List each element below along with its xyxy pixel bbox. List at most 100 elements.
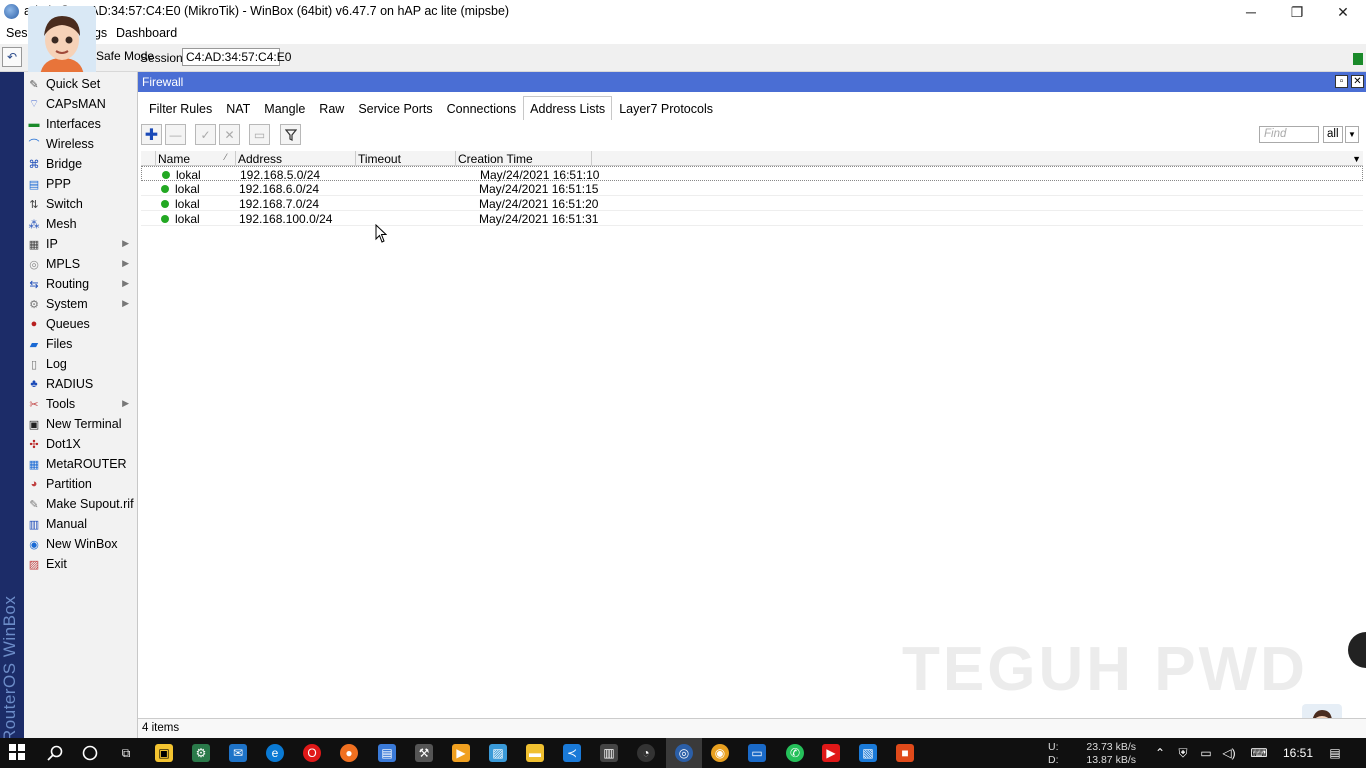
youtube-icon[interactable]: ▶ [822, 744, 840, 762]
table-row[interactable]: lokal 192.168.6.0/24 May/24/2021 16:51:15 [141, 181, 1363, 196]
notifications-icon[interactable]: ▤ [1326, 744, 1344, 762]
sidebar-item-manual[interactable]: ▥ Manual [24, 514, 137, 534]
filter-dropdown-icon[interactable]: ▼ [1345, 126, 1359, 143]
tab-mangle[interactable]: Mangle [257, 96, 312, 120]
gauge-icon[interactable]: ◔ [637, 744, 655, 762]
comment-button[interactable]: ▭ [249, 124, 270, 145]
menu-dashboard[interactable]: Dashboard [116, 26, 177, 40]
sidebar-item-quick-set[interactable]: ✎ Quick Set [24, 74, 137, 94]
cortana-icon[interactable] [81, 744, 99, 762]
table-row[interactable]: lokal 192.168.7.0/24 May/24/2021 16:51:20 [141, 196, 1363, 211]
tab-raw[interactable]: Raw [312, 96, 351, 120]
sidebar-item-tools[interactable]: ✂ Tools ▶ [24, 394, 137, 414]
security-shield-icon[interactable]: ⛨ [1174, 744, 1192, 762]
store-icon[interactable]: ▣ [155, 744, 173, 762]
tab-filter-rules[interactable]: Filter Rules [142, 96, 219, 120]
sidebar-item-mpls[interactable]: ◎ MPLS ▶ [24, 254, 137, 274]
chrome-icon[interactable]: ◉ [711, 744, 729, 762]
undo-button[interactable]: ↶ [2, 47, 22, 67]
column-address[interactable]: Address [236, 151, 356, 166]
tab-address-lists[interactable]: Address Lists [523, 96, 613, 120]
sidebar-item-ppp[interactable]: ▤ PPP [24, 174, 137, 194]
photos-icon[interactable]: ▨ [489, 744, 507, 762]
whatsapp-icon[interactable]: ✆ [786, 744, 804, 762]
net-speed-labels: U: D: [1048, 741, 1059, 767]
sidebar-item-queues[interactable]: ● Queues [24, 314, 137, 334]
close-window-button[interactable]: ✕ [1351, 75, 1364, 88]
sidebar-item-label: System [46, 297, 88, 311]
table-row[interactable]: lokal 192.168.5.0/24 May/24/2021 16:51:10 [141, 166, 1363, 182]
find-input[interactable]: Find [1259, 126, 1319, 143]
session-field[interactable]: C4:AD:34:57:C4:E0 [182, 48, 291, 66]
sidebar-item-dot1x[interactable]: ✣ Dot1X [24, 434, 137, 454]
column-creation-time[interactable]: Creation Time [456, 151, 592, 166]
enable-button[interactable]: ✓ [195, 124, 216, 145]
remote-desktop-icon[interactable]: ▭ [748, 744, 766, 762]
tab-layer7-protocols[interactable]: Layer7 Protocols [612, 96, 720, 120]
paint-icon[interactable]: ▧ [859, 744, 877, 762]
filter-all-select[interactable]: all [1323, 126, 1343, 143]
media-icon[interactable]: ▶ [452, 744, 470, 762]
volume-icon[interactable]: ◁) [1220, 744, 1238, 762]
sidebar-item-new-terminal[interactable]: ▣ New Terminal [24, 414, 137, 434]
windows-start-icon[interactable] [8, 743, 26, 761]
mail-icon[interactable]: ✉ [229, 744, 247, 762]
sidebar-item-exit[interactable]: ▨ Exit [24, 554, 137, 574]
edge-icon[interactable]: e [266, 744, 284, 762]
minimize-button[interactable]: ─ [1228, 0, 1274, 24]
chevron-up-icon[interactable]: ⌃ [1151, 744, 1169, 762]
item-count: 4 items [142, 722, 180, 734]
remove-button[interactable]: — [165, 124, 186, 145]
upload-label: U: [1048, 741, 1059, 753]
sidebar-item-label: Exit [46, 557, 67, 571]
task-view-icon[interactable]: ⧉ [117, 744, 135, 762]
tab-service-ports[interactable]: Service Ports [351, 96, 439, 120]
sidebar-item-make-supout-rif[interactable]: ✎ Make Supout.rif [24, 494, 137, 514]
vscode-icon[interactable]: ≺ [563, 744, 581, 762]
winbox-taskbar-icon[interactable]: ◎ [675, 744, 693, 762]
sidebar-item-routing[interactable]: ⇆ Routing ▶ [24, 274, 137, 294]
sidebar-item-bridge[interactable]: ⌘ Bridge [24, 154, 137, 174]
printer-icon[interactable]: ▥ [600, 744, 618, 762]
sidebar-item-capsman[interactable]: ⌔ CAPsMAN [24, 94, 137, 114]
network-icon[interactable]: ▭ [1197, 744, 1215, 762]
opera-icon[interactable]: O [303, 744, 321, 762]
cell-name: lokal [175, 212, 200, 226]
tool-icon[interactable]: ⚒ [415, 744, 433, 762]
sidebar-item-new-winbox[interactable]: ◉ New WinBox [24, 534, 137, 554]
sidebar-item-files[interactable]: ▰ Files [24, 334, 137, 354]
sidebar-item-ip[interactable]: ▦ IP ▶ [24, 234, 137, 254]
app-icon[interactable]: ⚙ [192, 744, 210, 762]
search-icon[interactable] [46, 744, 64, 762]
sidebar-item-log[interactable]: ▯ Log [24, 354, 137, 374]
sidebar-item-metarouter[interactable]: ▦ MetaROUTER [24, 454, 137, 474]
close-button[interactable]: ✕ [1320, 0, 1366, 24]
restore-button[interactable]: ❐ [1274, 0, 1320, 24]
firefox-icon[interactable]: ● [340, 744, 358, 762]
table-row[interactable]: lokal 192.168.100.0/24 May/24/2021 16:51:3… [141, 211, 1363, 226]
filter-icon[interactable] [280, 124, 301, 145]
tab-nat[interactable]: NAT [219, 96, 257, 120]
sidebar-item-radius[interactable]: ♣ RADIUS [24, 374, 137, 394]
enabled-status-icon [161, 215, 169, 223]
sidebar-item-system[interactable]: ⚙ System ▶ [24, 294, 137, 314]
sidebar-item-partition[interactable]: ◕ Partition [24, 474, 137, 494]
file-explorer-icon[interactable]: ▬ [526, 744, 544, 762]
disable-button[interactable]: ✕ [219, 124, 240, 145]
notes-icon[interactable]: ▤ [378, 744, 396, 762]
cell-creation-time: May/24/2021 16:51:15 [479, 182, 599, 196]
sidebar-item-wireless[interactable]: ⌒ Wireless [24, 134, 137, 154]
tab-connections[interactable]: Connections [440, 96, 524, 120]
sidebar-item-mesh[interactable]: ⁂ Mesh [24, 214, 137, 234]
column-timeout[interactable]: Timeout [356, 151, 456, 166]
add-button[interactable]: ✚ [141, 124, 162, 145]
columns-dropdown-icon[interactable]: ▼ [1352, 154, 1361, 164]
sidebar-item-interfaces[interactable]: ▬ Interfaces [24, 114, 137, 134]
maximize-window-button[interactable]: ▫ [1335, 75, 1348, 88]
sidebar-item-label: New WinBox [46, 537, 118, 551]
keyboard-icon[interactable]: ⌨ [1250, 744, 1268, 762]
sidebar-item-switch[interactable]: ⇅ Switch [24, 194, 137, 214]
column-name[interactable]: Name [156, 151, 236, 166]
recorder-icon[interactable]: ■ [896, 744, 914, 762]
clock[interactable]: 16:51 [1283, 746, 1313, 760]
